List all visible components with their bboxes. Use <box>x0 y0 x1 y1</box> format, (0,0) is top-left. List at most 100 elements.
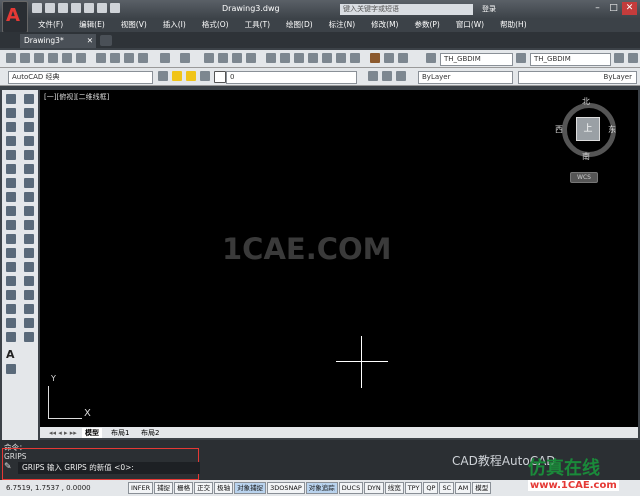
tab-model[interactable]: 模型 <box>82 428 102 438</box>
construction-line-icon[interactable] <box>6 108 16 118</box>
explode-icon[interactable] <box>24 332 34 342</box>
layer-properties-icon[interactable] <box>158 71 168 81</box>
menu-help[interactable]: 帮助(H) <box>492 18 535 32</box>
scale-icon[interactable] <box>24 192 34 202</box>
dimstyle2-dropdown[interactable]: TH_GBDIM <box>530 53 611 66</box>
layer-freeze-icon[interactable] <box>186 71 196 81</box>
search-input[interactable]: 键入关键字或短语 <box>340 4 473 15</box>
polyline-icon[interactable] <box>6 122 16 132</box>
dim-icon[interactable] <box>384 53 394 63</box>
ellipse-arc-icon[interactable] <box>6 234 16 244</box>
tab-drawing3[interactable]: Drawing3* ✕ <box>20 34 96 48</box>
menu-modify[interactable]: 修改(M) <box>363 18 406 32</box>
new-icon[interactable] <box>6 53 16 63</box>
add-selected-icon[interactable] <box>6 364 16 374</box>
layer-previous-icon[interactable] <box>382 71 392 81</box>
menu-parametric[interactable]: 参数(P) <box>406 18 447 32</box>
offset-icon[interactable] <box>24 136 34 146</box>
polygon-icon[interactable] <box>6 136 16 146</box>
publish-icon[interactable] <box>76 53 86 63</box>
undo-icon[interactable] <box>160 53 170 63</box>
status-tpy[interactable]: TPY <box>404 482 423 494</box>
properties-icon[interactable] <box>266 53 276 63</box>
layer-states-icon[interactable] <box>396 71 406 81</box>
move-icon[interactable] <box>24 164 34 174</box>
save-icon[interactable] <box>58 3 68 13</box>
erase-icon[interactable] <box>24 94 34 104</box>
status-lineweight[interactable]: 线宽 <box>384 482 404 494</box>
close-button[interactable]: ✕ <box>622 2 637 15</box>
array-icon[interactable] <box>24 150 34 160</box>
tool-palettes-icon[interactable] <box>294 53 304 63</box>
save-icon[interactable] <box>34 53 44 63</box>
status-sc[interactable]: SC <box>439 482 455 494</box>
circle-icon[interactable] <box>6 178 16 188</box>
status-osnap[interactable]: 对象捕捉 <box>234 482 267 494</box>
save-as-icon[interactable] <box>71 3 81 13</box>
tablestyle-icon[interactable] <box>516 53 526 63</box>
chamfer-icon[interactable] <box>24 290 34 300</box>
gradient-icon[interactable] <box>6 304 16 314</box>
color-dropdown[interactable]: ByLayer <box>418 71 513 84</box>
status-ducs[interactable]: DUCS <box>338 482 364 494</box>
print-icon[interactable] <box>48 53 58 63</box>
hatch-icon[interactable] <box>6 290 16 300</box>
ellipse-icon[interactable] <box>6 220 16 230</box>
multileader-style-icon[interactable] <box>614 53 624 63</box>
copy-object-icon[interactable] <box>24 108 34 118</box>
match-properties-icon[interactable] <box>138 53 148 63</box>
table-tool-icon[interactable] <box>6 332 16 342</box>
text-icon[interactable] <box>370 53 380 63</box>
compass-west[interactable]: 西 <box>555 124 563 135</box>
status-am[interactable]: AM <box>455 482 472 494</box>
menu-draw[interactable]: 绘图(D) <box>278 18 321 32</box>
line-icon[interactable] <box>6 94 16 104</box>
wcs-menu[interactable]: WCS <box>570 172 598 183</box>
redo-icon[interactable] <box>180 53 190 63</box>
new-icon[interactable] <box>32 3 42 13</box>
layer-on-icon[interactable] <box>172 71 182 81</box>
plot-icon[interactable] <box>84 3 94 13</box>
extend-icon[interactable] <box>24 234 34 244</box>
status-dyn[interactable]: DYN <box>364 482 384 494</box>
login-button[interactable]: 登录 <box>482 4 496 14</box>
zoom-window-icon[interactable] <box>232 53 242 63</box>
command-input[interactable]: GRIPS 输入 GRIPS 的新值 <0>: <box>18 462 200 474</box>
layer-color-icon[interactable] <box>214 71 226 83</box>
paste-icon[interactable] <box>124 53 134 63</box>
trim-icon[interactable] <box>24 220 34 230</box>
status-grid[interactable]: 栅格 <box>174 482 194 494</box>
rotate-icon[interactable] <box>24 178 34 188</box>
application-menu-button[interactable]: A <box>2 1 28 33</box>
menu-edit[interactable]: 编辑(E) <box>71 18 113 32</box>
open-icon[interactable] <box>45 3 55 13</box>
cut-icon[interactable] <box>96 53 106 63</box>
make-current-icon[interactable] <box>368 71 378 81</box>
compass-north[interactable]: 北 <box>582 96 590 107</box>
preview-icon[interactable] <box>62 53 72 63</box>
fillet-icon[interactable] <box>24 304 34 314</box>
compass-south[interactable]: 南 <box>582 151 590 162</box>
point-icon[interactable] <box>6 276 16 286</box>
insert-block-icon[interactable] <box>6 248 16 258</box>
layer-dropdown[interactable]: 0 <box>226 71 357 84</box>
mtext-icon[interactable]: A <box>6 348 16 361</box>
make-block-icon[interactable] <box>6 262 16 272</box>
menu-format[interactable]: 格式(O) <box>194 18 237 32</box>
calculator-icon[interactable] <box>336 53 346 63</box>
status-snap[interactable]: 捕捉 <box>154 482 174 494</box>
spline-icon[interactable] <box>6 206 16 216</box>
restore-button[interactable]: □ <box>606 2 621 15</box>
help-icon[interactable] <box>350 53 360 63</box>
status-qp[interactable]: QP <box>423 482 439 494</box>
menu-tools[interactable]: 工具(T) <box>237 18 278 32</box>
tab-nav-arrows[interactable]: ◂◂ ◂ ▸ ▸▸ <box>46 428 80 438</box>
status-infer[interactable]: INFER <box>128 482 154 494</box>
menu-dimension[interactable]: 标注(N) <box>321 18 363 32</box>
zoom-realtime-icon[interactable] <box>218 53 228 63</box>
menu-file[interactable]: 文件(F) <box>30 18 71 32</box>
status-model[interactable]: 模型 <box>472 482 492 494</box>
join-icon[interactable] <box>24 276 34 286</box>
status-3dosnap[interactable]: 3DOSNAP <box>267 482 305 494</box>
region-icon[interactable] <box>6 318 16 328</box>
